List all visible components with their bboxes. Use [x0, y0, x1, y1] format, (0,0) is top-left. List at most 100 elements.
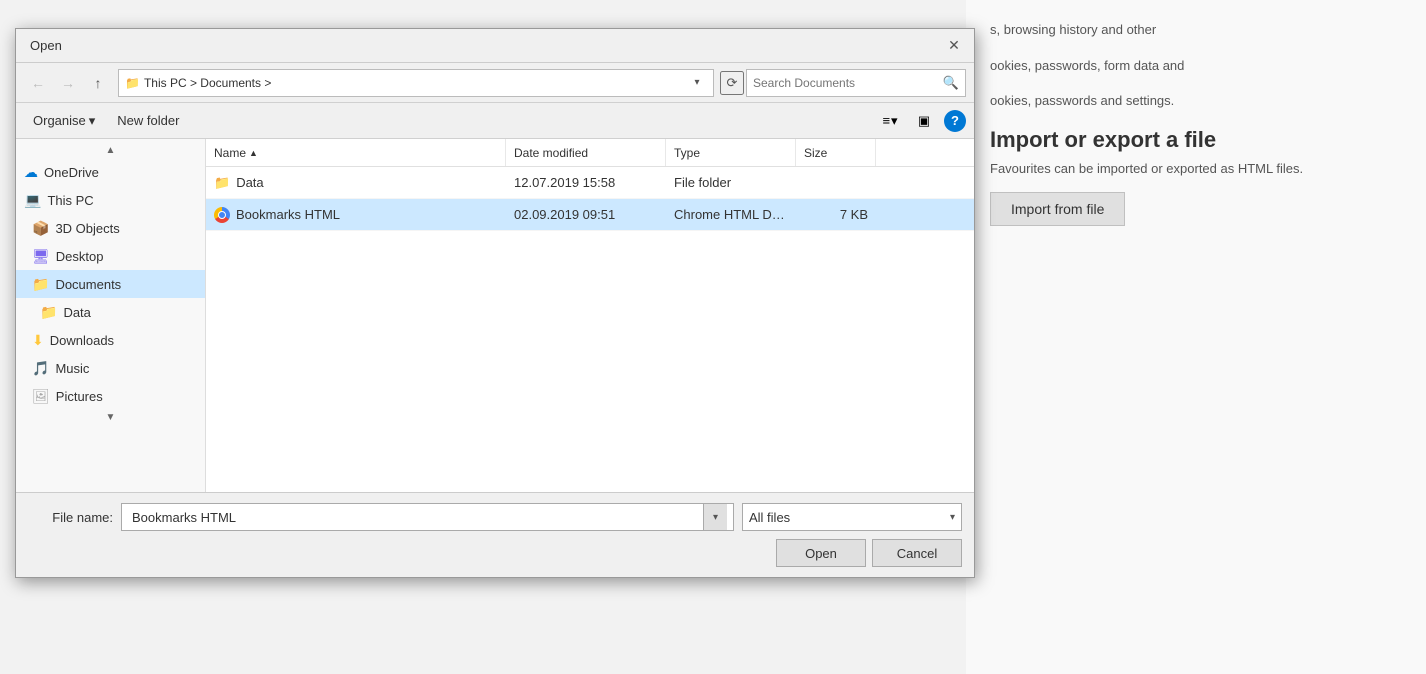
sidebar-item-this-pc[interactable]: 💻 This PC: [16, 186, 205, 214]
sidebar-items-container: ☁ OneDrive💻 This PC 📦 3D Objects 🖥 Desktop 📁 Doc…: [16, 158, 205, 410]
pane-button[interactable]: ▣: [910, 107, 938, 135]
sidebar-label-music: Music: [55, 361, 89, 376]
import-export-text: Favourites can be imported or exported a…: [990, 161, 1402, 176]
filetype-select-box[interactable]: All files ▾: [742, 503, 962, 531]
sidebar-item-downloads[interactable]: ⬇ Downloads: [16, 326, 205, 354]
dialog-file-list: Name ▲ Date modified Type Size 📁 Data 12.0…: [206, 139, 974, 492]
filename-dropdown-button[interactable]: ▾: [703, 504, 727, 530]
file-type-bookmarks-html: Chrome HTML Do...: [666, 207, 796, 222]
address-refresh-button[interactable]: ⟳: [720, 71, 744, 95]
sidebar-item-music[interactable]: 🎵Music: [16, 354, 205, 382]
cancel-button[interactable]: Cancel: [872, 539, 962, 567]
filename-input-box[interactable]: Bookmarks HTML ▾: [121, 503, 734, 531]
view-icon: ≡: [882, 113, 890, 128]
sidebar-label-desktop: Desktop: [56, 249, 104, 264]
open-file-dialog: Open ✕ ← → ↑ 📁 This PC > Documents > ▾ ⟳…: [15, 28, 975, 578]
toolbar-left-group: Organise ▾ New folder: [24, 108, 188, 134]
view-options-button[interactable]: ≡ ▾: [876, 107, 904, 135]
sidebar-icon-3d-objects: 📦: [32, 220, 49, 237]
dialog-titlebar: Open ✕: [16, 29, 974, 63]
sidebar-item-data[interactable]: 📁Data: [16, 298, 205, 326]
dialog-sidebar: ▲ ☁OneDrive💻This PC📦3D Objects🖥Desktop📁D…: [16, 139, 206, 492]
organise-label: Organise: [33, 113, 86, 128]
sidebar-label-downloads: Downloads: [50, 333, 114, 348]
nav-back-button[interactable]: ←: [24, 69, 52, 97]
import-from-file-button[interactable]: Import from file: [990, 192, 1125, 226]
file-row-bookmarks-html[interactable]: Bookmarks HTML02.09.2019 09:51Chrome HTM…: [206, 199, 974, 231]
pane-icon: ▣: [918, 113, 930, 129]
new-folder-label: New folder: [117, 113, 179, 128]
sidebar-item-onedrive[interactable]: ☁ OneDrive: [16, 158, 205, 186]
column-type-header[interactable]: Type: [666, 139, 796, 166]
sidebar-icon-onedrive: ☁: [24, 164, 38, 181]
help-button[interactable]: ?: [944, 110, 966, 132]
column-size-header[interactable]: Size: [796, 139, 876, 166]
scroll-up-icon: ▲: [106, 145, 116, 156]
file-row-data-folder[interactable]: 📁 Data 12.07.2019 15:58File folder: [206, 167, 974, 199]
dialog-close-button[interactable]: ✕: [942, 34, 966, 58]
sidebar-scroll-up[interactable]: ▲: [16, 143, 205, 158]
sidebar-label-onedrive: OneDrive: [44, 165, 99, 180]
help-icon: ?: [951, 113, 959, 128]
sidebar-icon-desktop: 🖥: [32, 248, 50, 265]
folder-icon: 📁: [214, 175, 230, 191]
file-rows-container: 📁 Data 12.07.2019 15:58File folder Bookmark…: [206, 167, 974, 231]
file-size-bookmarks-html: 7 KB: [796, 207, 876, 222]
sidebar-icon-this-pc: 💻: [24, 192, 41, 209]
file-date-bookmarks-html: 02.09.2019 09:51: [506, 207, 666, 222]
organise-button[interactable]: Organise ▾: [24, 108, 104, 134]
panel-text-1: s, browsing history and other: [990, 20, 1402, 40]
file-name-text-data-folder: Data: [236, 175, 263, 190]
filename-row: File name: Bookmarks HTML ▾ All files ▾: [28, 503, 962, 531]
new-folder-button[interactable]: New folder: [108, 108, 188, 134]
panel-text-3: ookies, passwords and settings.: [990, 91, 1402, 111]
sidebar-item-documents[interactable]: 📁 Documents: [16, 270, 205, 298]
dialog-action-buttons: Open Cancel: [28, 539, 962, 567]
import-export-title: Import or export a file: [990, 127, 1402, 153]
nav-forward-button[interactable]: →: [54, 69, 82, 97]
sidebar-label-this-pc: This PC: [47, 193, 93, 208]
nav-up-button[interactable]: ↑: [84, 69, 112, 97]
toolbar-right-group: ≡ ▾ ▣ ?: [876, 107, 966, 135]
file-date-data-folder: 12.07.2019 15:58: [506, 175, 666, 190]
chrome-icon: [214, 207, 230, 223]
search-box[interactable]: 🔍: [746, 69, 966, 97]
sidebar-icon-downloads: ⬇: [32, 332, 44, 349]
file-type-data-folder: File folder: [666, 175, 796, 190]
sidebar-label-documents: Documents: [55, 277, 121, 292]
sidebar-icon-documents: 📁: [32, 276, 49, 293]
file-name-cell-data-folder: 📁 Data: [206, 175, 506, 191]
browser-panel: s, browsing history and other ookies, pa…: [966, 0, 1426, 674]
address-bar-text: This PC > Documents >: [144, 76, 683, 90]
column-date-header[interactable]: Date modified: [506, 139, 666, 166]
filename-label: File name:: [28, 510, 113, 525]
filetype-dropdown-icon: ▾: [950, 512, 955, 523]
view-dropdown-icon: ▾: [891, 113, 898, 129]
sidebar-item-pictures[interactable]: 🖼 Pictures: [16, 382, 205, 410]
address-bar[interactable]: 📁 This PC > Documents > ▾: [118, 69, 714, 97]
sidebar-scroll-down[interactable]: ▼: [16, 410, 205, 425]
sidebar-label-pictures: Pictures: [56, 389, 103, 404]
sidebar-icon-pictures: 🖼: [32, 388, 50, 405]
dialog-title: Open: [30, 38, 62, 53]
organise-arrow-icon: ▾: [89, 113, 96, 129]
column-name-header[interactable]: Name ▲: [206, 139, 506, 166]
sidebar-label-3d-objects: 3D Objects: [55, 221, 119, 236]
sidebar-label-data: Data: [63, 305, 90, 320]
sidebar-item-3d-objects[interactable]: 📦 3D Objects: [16, 214, 205, 242]
filename-dropdown-icon: ▾: [713, 512, 718, 523]
search-input[interactable]: [753, 76, 943, 90]
dialog-main-content: ▲ ☁OneDrive💻This PC📦3D Objects🖥Desktop📁D…: [16, 139, 974, 492]
scroll-down-icon: ▼: [106, 412, 116, 423]
open-button[interactable]: Open: [776, 539, 866, 567]
file-name-cell-bookmarks-html: Bookmarks HTML: [206, 207, 506, 223]
search-icon: 🔍: [943, 75, 959, 91]
dialog-bottom-panel: File name: Bookmarks HTML ▾ All files ▾ …: [16, 492, 974, 577]
filename-value: Bookmarks HTML: [128, 510, 703, 525]
address-dropdown-icon[interactable]: ▾: [687, 70, 707, 96]
sidebar-item-desktop[interactable]: 🖥 Desktop: [16, 242, 205, 270]
file-list-header: Name ▲ Date modified Type Size: [206, 139, 974, 167]
name-sort-arrow: ▲: [249, 148, 258, 158]
dialog-nav-toolbar: ← → ↑ 📁 This PC > Documents > ▾ ⟳ 🔍: [16, 63, 974, 103]
address-folder-icon: 📁: [125, 76, 140, 90]
